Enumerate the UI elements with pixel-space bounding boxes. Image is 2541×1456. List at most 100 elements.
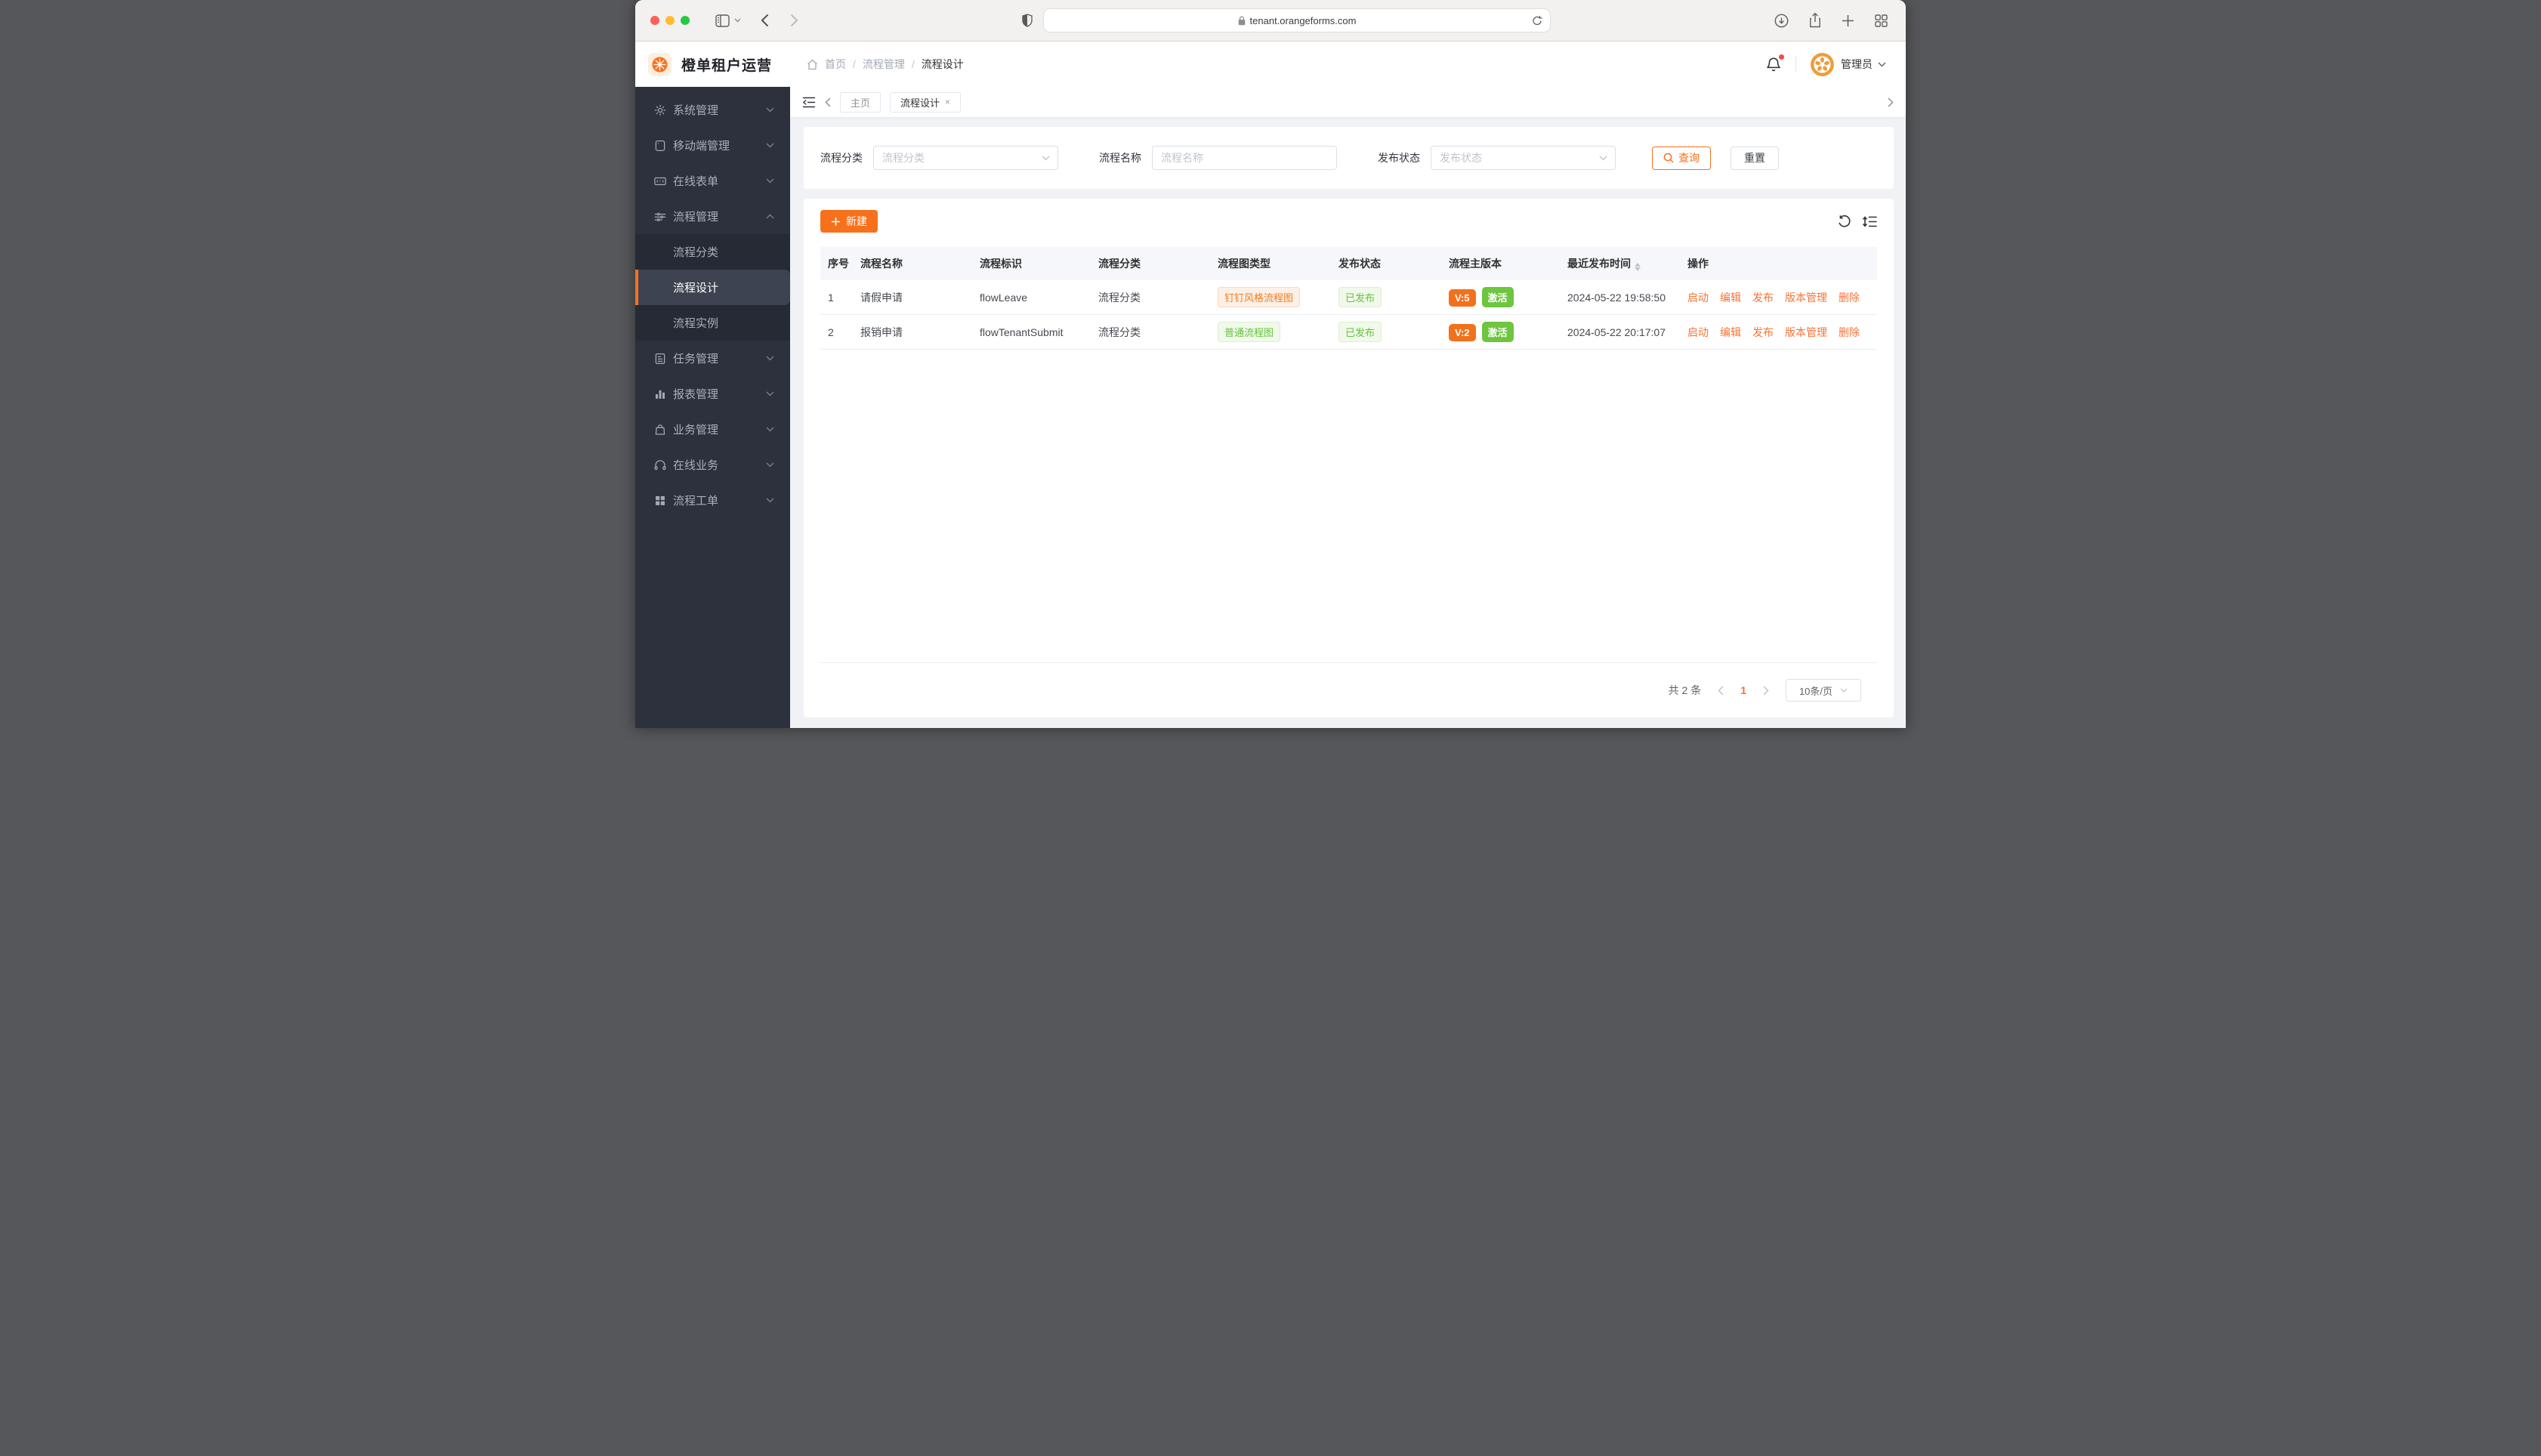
sidebar-toggle-icon[interactable] [715,14,730,27]
col-actions: 操作 [1687,258,1709,270]
user-menu-chevron-icon[interactable] [1878,62,1886,67]
start-link[interactable]: 启动 [1687,292,1709,304]
start-link[interactable]: 启动 [1687,326,1709,338]
zoom-window-button[interactable] [681,16,690,25]
sidebar-menu-chevron-icon[interactable] [734,18,741,23]
url-text: tenant.orangeforms.com [1249,14,1357,26]
breadcrumb-home[interactable]: 首页 [825,57,846,72]
table-empty-area [820,350,1877,663]
page-number[interactable]: 1 [1740,684,1746,696]
reload-icon[interactable] [1532,15,1542,26]
filter-name-input[interactable] [1161,152,1328,164]
flow-category: 流程分类 [1098,291,1141,304]
create-button[interactable]: 新建 [820,210,878,233]
published-at: 2024-05-22 20:17:07 [1567,325,1666,338]
tab-home[interactable]: 主页 [840,91,881,113]
filter-name-label: 流程名称 [1099,152,1141,164]
sidebar-item-business[interactable]: 业务管理 [635,412,790,447]
col-published-at[interactable]: 最近发布时间 [1567,256,1687,271]
version-badge: V:5 [1449,289,1476,307]
sidebar-item-tasks[interactable]: 任务管理 [635,341,790,376]
sidebar: 系统管理 移动端管理 在线表单 流程管理 流程分类 流程设计 流程实例 任务管理… [635,87,790,728]
publish-link[interactable]: 发布 [1752,326,1774,338]
publish-link[interactable]: 发布 [1752,292,1774,304]
table-header-row: 序号 流程名称 流程标识 流程分类 流程图类型 发布状态 流程主版本 最近发布时… [820,247,1877,280]
app-header: 橙单租户运营 首页 / 流程管理 / 流程设计 管理员 [635,42,1906,87]
sidebar-item-system[interactable]: 系统管理 [635,92,790,128]
home-icon [807,59,818,70]
app-logo [648,52,672,76]
delete-link[interactable]: 删除 [1839,292,1860,304]
flow-key: flowTenantSubmit [980,325,1064,338]
lock-icon [1238,15,1246,26]
flow-category: 流程分类 [1098,325,1141,338]
filter-status-label: 发布状态 [1378,152,1420,164]
col-category: 流程分类 [1098,258,1141,270]
sidebar-item-workflow[interactable]: 流程管理 [635,199,790,234]
chevron-down-icon [766,178,774,184]
sidebar-item-reports[interactable]: 报表管理 [635,376,790,412]
address-bar[interactable]: tenant.orangeforms.com [1043,8,1551,32]
filter-status-select[interactable]: 发布状态 [1431,146,1616,170]
share-icon[interactable] [1809,13,1821,28]
flow-table: 序号 流程名称 流程标识 流程分类 流程图类型 发布状态 流程主版本 最近发布时… [820,247,1877,717]
tabs-scroll-right-icon[interactable] [1888,97,1894,107]
tab-flow-design[interactable]: 流程设计 × [890,91,962,113]
chevron-up-icon [766,214,774,219]
version-badge: V:2 [1449,324,1476,341]
sidebar-item-mobile[interactable]: 移动端管理 [635,128,790,163]
sidebar-item-flow-instance[interactable]: 流程实例 [635,305,790,341]
reset-button[interactable]: 重置 [1731,146,1779,170]
refresh-icon[interactable] [1838,214,1851,228]
page-size-select[interactable]: 10条/页 [1786,679,1861,702]
new-tab-icon[interactable] [1842,14,1854,27]
filter-category-select[interactable]: 流程分类 [873,146,1058,170]
diagram-type-tag: 钉钉风格流程图 [1218,287,1301,307]
row-index: 1 [828,291,834,304]
browser-window: tenant.orangeforms.com 橙单租户运营 首页 / 流程管理 … [635,0,1906,728]
privacy-shield-icon[interactable] [1022,14,1033,27]
row-actions: 启动 编辑 发布 版本管理 删除 [1687,325,1877,340]
delete-link[interactable]: 删除 [1839,326,1860,338]
back-button[interactable] [761,14,769,27]
avatar[interactable] [1811,52,1834,76]
workflow-submenu: 流程分类 流程设计 流程实例 [635,234,790,341]
chevron-down-icon [766,391,774,396]
plus-icon [831,217,841,227]
version-manage-link[interactable]: 版本管理 [1785,326,1827,338]
row-height-icon[interactable] [1863,215,1877,228]
search-button[interactable]: 查询 [1652,146,1711,170]
chevron-down-icon [1599,156,1607,161]
prev-page-icon[interactable] [1718,685,1724,696]
downloads-icon[interactable] [1774,14,1789,28]
sidebar-item-flow-design[interactable]: 流程设计 [635,270,790,305]
minimize-window-button[interactable] [665,16,675,25]
col-key: 流程标识 [980,258,1022,270]
close-tab-icon[interactable]: × [945,97,950,106]
grid-icon [653,494,667,507]
notifications-bell-icon[interactable] [1766,54,1784,72]
version-manage-link[interactable]: 版本管理 [1785,292,1827,304]
forward-button[interactable] [790,14,798,27]
username[interactable]: 管理员 [1841,57,1873,72]
bar-chart-icon [653,387,667,401]
row-actions: 启动 编辑 发布 版本管理 删除 [1687,290,1877,305]
collapse-menu-icon[interactable] [802,97,816,108]
tab-overview-icon[interactable] [1875,14,1888,27]
edit-link[interactable]: 编辑 [1720,326,1741,338]
close-window-button[interactable] [650,16,659,25]
sidebar-item-flow-category[interactable]: 流程分类 [635,234,790,270]
chevron-down-icon [766,107,774,113]
sort-icon[interactable] [1635,263,1641,271]
sidebar-item-work-orders[interactable]: 流程工单 [635,483,790,518]
row-index: 2 [828,325,834,338]
sliders-icon [653,210,667,224]
table-row: 2 报销申请 flowTenantSubmit 流程分类 普通流程图 已发布 V… [820,315,1877,350]
sidebar-item-online-business[interactable]: 在线业务 [635,447,790,483]
edit-link[interactable]: 编辑 [1720,292,1741,304]
breadcrumb-section[interactable]: 流程管理 [863,57,905,72]
col-version: 流程主版本 [1449,258,1502,270]
sidebar-item-online-forms[interactable]: 在线表单 [635,163,790,199]
next-page-icon[interactable] [1763,685,1769,696]
tabs-scroll-left-icon[interactable] [825,97,831,107]
